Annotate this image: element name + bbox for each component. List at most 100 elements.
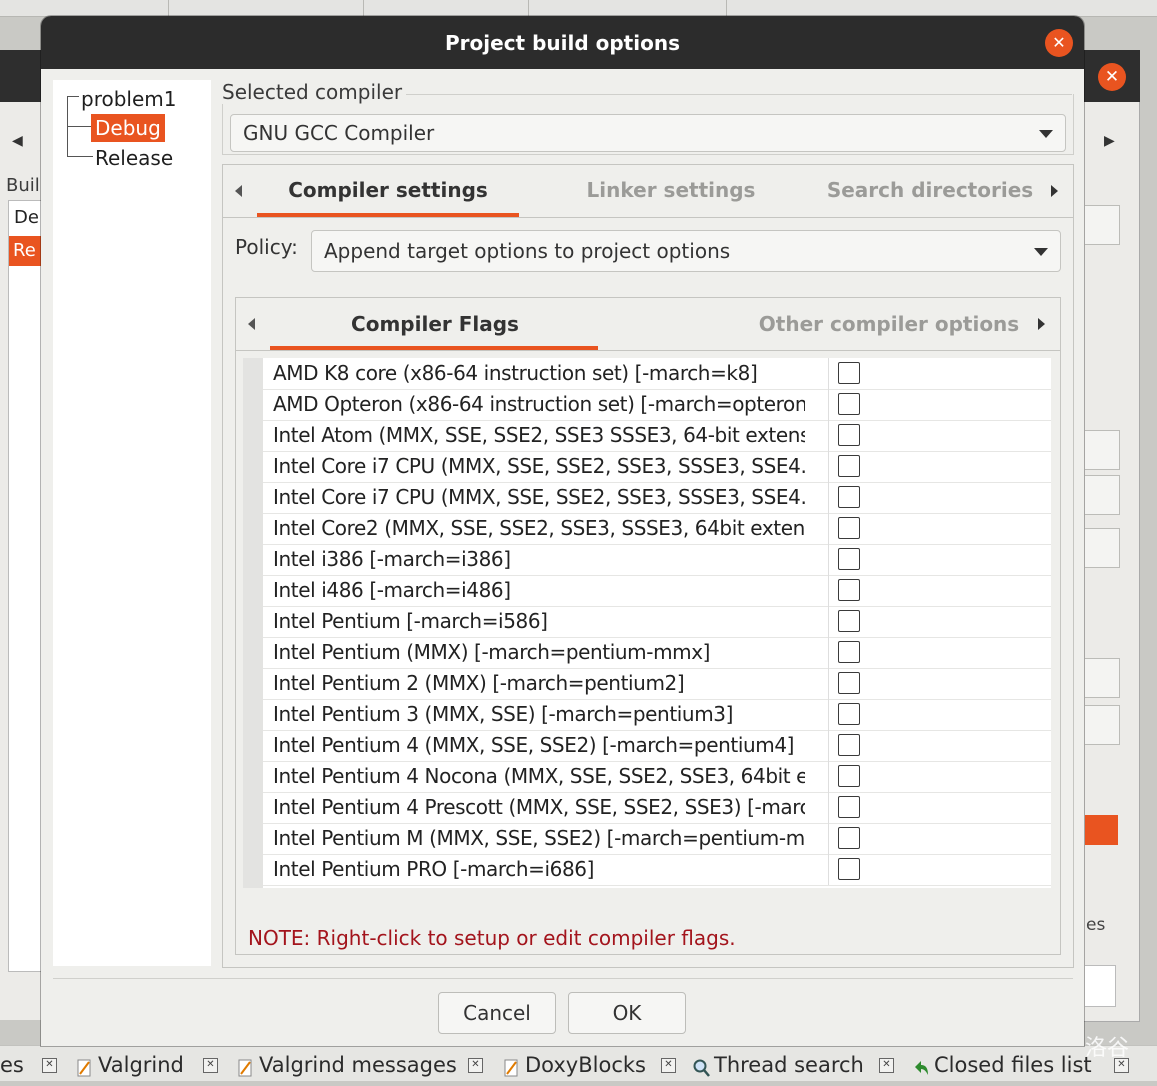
tab-search-directories[interactable]: Search directories [821, 178, 1039, 202]
flag-checkbox[interactable] [838, 362, 860, 384]
background-button[interactable] [1085, 528, 1120, 568]
tab-other-compiler-options[interactable]: Other compiler options [758, 312, 1020, 336]
background-button[interactable] [1085, 430, 1120, 470]
flags-gutter [243, 358, 263, 888]
inner-tab-scroll-right-icon[interactable] [1038, 318, 1045, 330]
close-tab-icon[interactable]: ✕ [42, 1058, 57, 1073]
background-label-es: es [1086, 915, 1106, 935]
flag-row[interactable]: Intel Core i7 CPU (MMX, SSE, SSE2, SSE3,… [263, 451, 1051, 483]
flag-label: Intel Atom (MMX, SSE, SSE2, SSE3 SSSE3, … [273, 423, 805, 447]
column-divider [828, 823, 829, 854]
flag-row[interactable]: Intel i386 [-march=i386] [263, 544, 1051, 576]
flag-checkbox[interactable] [838, 641, 860, 663]
column-divider [828, 606, 829, 637]
flag-checkbox[interactable] [838, 486, 860, 508]
background-target-release[interactable]: Re [9, 236, 44, 266]
ok-button[interactable]: OK [568, 992, 686, 1034]
close-tab-icon[interactable]: ✕ [203, 1058, 218, 1073]
close-tab-icon[interactable]: ✕ [661, 1058, 676, 1073]
close-icon[interactable]: ✕ [1045, 29, 1073, 57]
flag-row[interactable]: Intel Pentium 4 Prescott (MMX, SSE, SSE2… [263, 792, 1051, 824]
flag-row[interactable]: Intel Pentium 4 Nocona (MMX, SSE, SSE2, … [263, 761, 1051, 793]
background-scroll-right-icon[interactable]: ▶ [1104, 133, 1115, 149]
tab-compiler-flags[interactable]: Compiler Flags [272, 312, 598, 336]
flag-label: Intel Pentium 3 (MMX, SSE) [-march=penti… [273, 702, 734, 726]
flag-checkbox[interactable] [838, 548, 860, 570]
flag-label: Intel i386 [-march=i386] [273, 547, 511, 571]
flag-label: Intel Pentium PRO [-march=i686] [273, 857, 595, 881]
flag-checkbox[interactable] [838, 858, 860, 880]
close-tab-icon[interactable]: ✕ [468, 1058, 483, 1073]
column-divider [828, 389, 829, 420]
flag-row[interactable]: Intel Pentium (MMX) [-march=pentium-mmx] [263, 637, 1051, 669]
bottom-tab-closed-files-list[interactable]: Closed files list [912, 1050, 1092, 1080]
background-button[interactable] [1085, 705, 1120, 745]
flag-label: Intel Pentium 2 (MMX) [-march=pentium2] [273, 671, 685, 695]
column-divider [828, 854, 829, 885]
tab-compiler-settings[interactable]: Compiler settings [259, 178, 517, 202]
flag-checkbox[interactable] [838, 703, 860, 725]
cancel-button[interactable]: Cancel [438, 992, 556, 1034]
flag-label: Intel Pentium M (MMX, SSE, SSE2) [-march… [273, 826, 805, 850]
tab-linker-settings[interactable]: Linker settings [551, 178, 791, 202]
column-divider [828, 451, 829, 482]
flag-row[interactable]: Intel Pentium [-march=i586] [263, 606, 1051, 638]
bottom-tab-thread-search[interactable]: Thread search [692, 1050, 864, 1080]
background-scroll-left-icon[interactable]: ◀ [12, 133, 23, 149]
flag-checkbox[interactable] [838, 672, 860, 694]
flag-row[interactable]: Intel Core2 (MMX, SSE, SSE2, SSE3, SSSE3… [263, 513, 1051, 545]
tree-item-release[interactable]: Release [95, 146, 173, 170]
background-button[interactable] [1085, 475, 1120, 515]
chevron-down-icon [1039, 130, 1053, 138]
background-toolbar-segment [528, 0, 727, 16]
flag-label: Intel Core2 (MMX, SSE, SSE2, SSE3, SSSE3… [273, 516, 805, 540]
background-field[interactable] [1085, 965, 1116, 1007]
bottom-tab-valgrind[interactable]: Valgrind [76, 1050, 184, 1080]
inner-tab-scroll-left-icon[interactable] [248, 318, 255, 330]
close-tab-icon[interactable]: ✕ [879, 1058, 894, 1073]
inner-tab-separator [236, 350, 1060, 351]
flag-checkbox[interactable] [838, 765, 860, 787]
flag-checkbox[interactable] [838, 579, 860, 601]
flag-checkbox[interactable] [838, 610, 860, 632]
watermark: 洛谷 [1085, 1036, 1130, 1061]
bottom-tab-valgrind-messages[interactable]: Valgrind messages [237, 1050, 457, 1080]
background-target-debug[interactable]: De [14, 207, 39, 228]
chevron-down-icon [1034, 248, 1048, 256]
flag-row[interactable]: Intel Pentium PRO [-march=i686] [263, 854, 1051, 886]
flag-row[interactable]: AMD Opteron (x86-64 instruction set) [-m… [263, 389, 1051, 421]
compiler-options-notebook: Compiler Flags Other compiler options AM… [235, 297, 1061, 955]
policy-dropdown-value: Append target options to project options [324, 239, 731, 263]
background-window-left-titlebar [0, 50, 44, 102]
bottom-tab-label: Thread search [714, 1053, 864, 1077]
flag-label: Intel Core i7 CPU (MMX, SSE, SSE2, SSE3,… [273, 454, 805, 478]
flag-row[interactable]: Intel Pentium 3 (MMX, SSE) [-march=penti… [263, 699, 1051, 731]
background-close-icon[interactable]: ✕ [1098, 63, 1126, 91]
flag-label: AMD Opteron (x86-64 instruction set) [-m… [273, 392, 805, 416]
policy-dropdown[interactable]: Append target options to project options [311, 230, 1061, 272]
flag-checkbox[interactable] [838, 796, 860, 818]
flag-row[interactable]: Intel Pentium 2 (MMX) [-march=pentium2] [263, 668, 1051, 700]
compiler-dropdown[interactable]: GNU GCC Compiler [230, 114, 1066, 152]
background-button[interactable] [1085, 658, 1120, 698]
flag-checkbox[interactable] [838, 455, 860, 477]
policy-label: Policy: [235, 235, 298, 259]
bottom-tab-es[interactable]: es [0, 1050, 24, 1080]
flag-checkbox[interactable] [838, 393, 860, 415]
flag-row[interactable]: AMD K8 core (x86-64 instruction set) [-m… [263, 358, 1051, 390]
bottom-tab-doxyblocks[interactable]: DoxyBlocks [503, 1050, 646, 1080]
background-button[interactable] [1085, 205, 1120, 245]
tab-scroll-right-icon[interactable] [1051, 185, 1058, 197]
flag-checkbox[interactable] [838, 734, 860, 756]
flag-row[interactable]: Intel Pentium 4 (MMX, SSE, SSE2) [-march… [263, 730, 1051, 762]
tree-root-project[interactable]: problem1 [81, 87, 176, 111]
flag-checkbox[interactable] [838, 424, 860, 446]
tree-item-debug[interactable]: Debug [91, 114, 165, 142]
flag-row[interactable]: Intel Core i7 CPU (MMX, SSE, SSE2, SSE3,… [263, 482, 1051, 514]
flag-row[interactable]: Intel Atom (MMX, SSE, SSE2, SSE3 SSSE3, … [263, 420, 1051, 452]
flag-checkbox[interactable] [838, 827, 860, 849]
flag-checkbox[interactable] [838, 517, 860, 539]
flag-row[interactable]: Intel i486 [-march=i486] [263, 575, 1051, 607]
tab-scroll-left-icon[interactable] [235, 185, 242, 197]
flag-row[interactable]: Intel Pentium M (MMX, SSE, SSE2) [-march… [263, 823, 1051, 855]
